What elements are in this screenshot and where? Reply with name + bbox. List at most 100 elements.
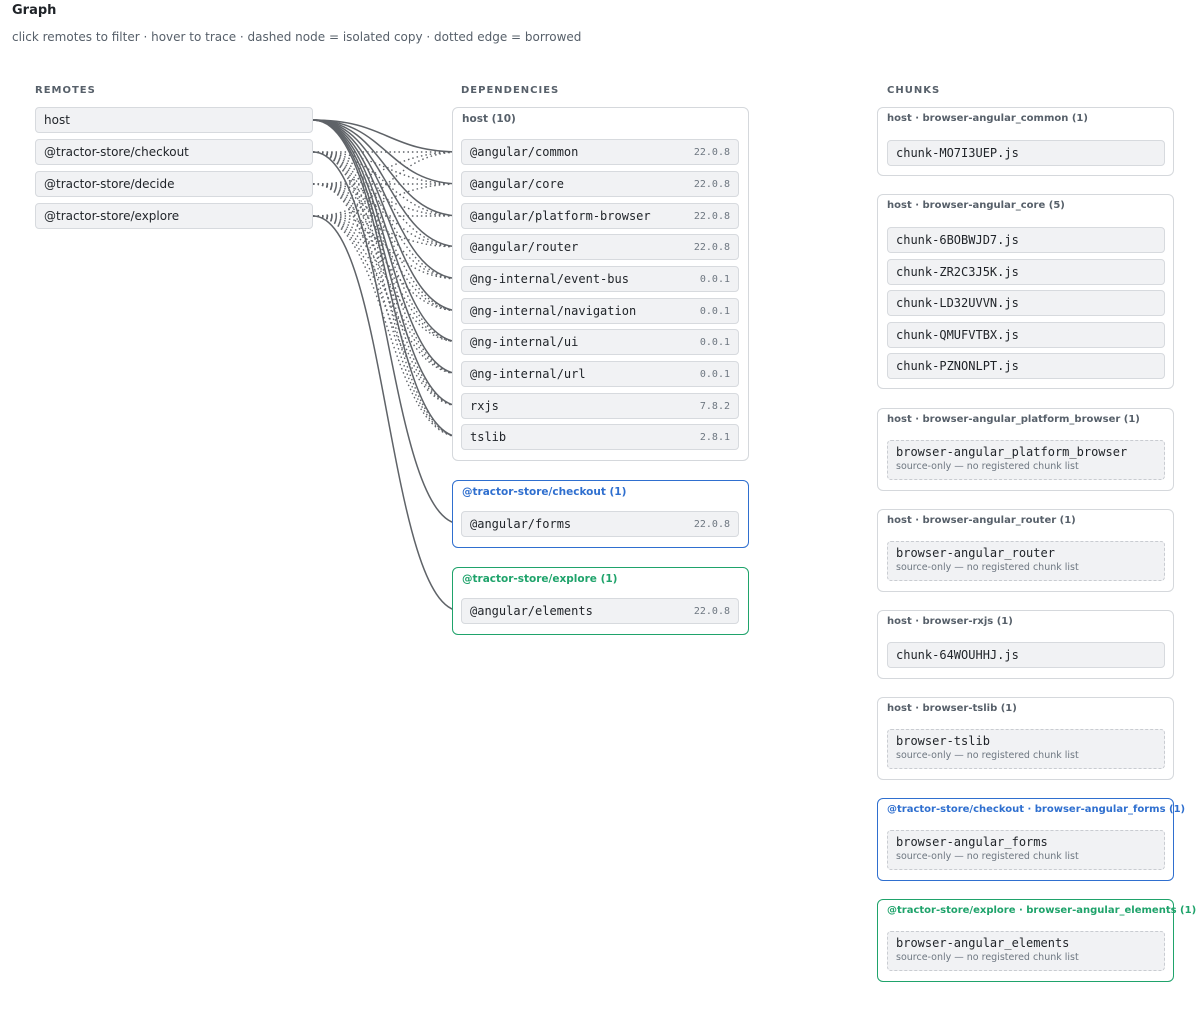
chunk-group-explore-elements: @tractor-store/explore · browser-angular… (877, 899, 1196, 982)
edge-host (312, 119, 462, 343)
dep-version: 22.0.8 (693, 179, 730, 190)
edge-host (312, 119, 462, 185)
dep-angular-elements[interactable]: @angular/elements 22.0.8 (461, 598, 739, 624)
chunk-group-angular-platform-browser: host · browser-angular_platform_browser … (877, 408, 1174, 491)
chunk-note: source-only — no registered chunk list (896, 851, 1079, 862)
remote-explore[interactable]: @tractor-store/explore (35, 203, 313, 229)
dep-name: @angular/forms (470, 517, 572, 531)
dep-version: 0.0.1 (699, 369, 730, 380)
edge-host (312, 119, 462, 280)
dep-version: 22.0.8 (693, 147, 730, 158)
chunk-name: browser-angular_platform_browser (896, 445, 1128, 459)
edge-borrowed (312, 215, 462, 343)
dep-version: 0.0.1 (699, 274, 730, 285)
dep-angular-router[interactable]: @angular/router 22.0.8 (461, 234, 739, 260)
chunk-group-rxjs: host · browser-rxjs (1) chunk-64WOUHHJ.j… (877, 610, 1174, 679)
dep-ng-internal-url[interactable]: @ng-internal/url 0.0.1 (461, 361, 739, 387)
chunk-group-angular-common: host · browser-angular_common (1) chunk-… (877, 107, 1174, 176)
edge-borrowed (312, 215, 462, 375)
chunk-item[interactable]: chunk-LD32UVVN.js (887, 290, 1165, 316)
edge-explore-elements (312, 215, 462, 612)
source-only-chunk[interactable]: browser-tslib source-only — no registere… (887, 729, 1165, 769)
edge-borrowed (312, 151, 462, 407)
remote-decide[interactable]: @tractor-store/decide (35, 171, 313, 197)
remotes-heading: REMOTES (35, 85, 96, 96)
dep-ng-internal-ui[interactable]: @ng-internal/ui 0.0.1 (461, 329, 739, 355)
chunk-group-label: host · browser-angular_core (5) (887, 200, 1065, 211)
dep-group-label: @tractor-store/explore (1) (462, 573, 618, 585)
edge-host (312, 119, 462, 407)
dep-rxjs[interactable]: rxjs 7.8.2 (461, 393, 739, 419)
edge-host (312, 119, 462, 375)
chunk-item[interactable]: chunk-PZNONLPT.js (887, 353, 1165, 379)
chunk-note: source-only — no registered chunk list (896, 562, 1079, 573)
dep-tslib[interactable]: tslib 2.8.1 (461, 424, 739, 450)
chunk-note: source-only — no registered chunk list (896, 750, 1079, 761)
dep-name: rxjs (470, 399, 499, 413)
dep-name: @angular/platform-browser (470, 209, 651, 223)
chunk-name: browser-angular_forms (896, 835, 1048, 849)
edge-borrowed (312, 151, 462, 438)
edge-host (312, 119, 462, 312)
chunk-group-angular-core: host · browser-angular_core (5) chunk-6B… (877, 194, 1174, 389)
chunk-item[interactable]: chunk-ZR2C3J5K.js (887, 259, 1165, 285)
edge-borrowed (312, 215, 462, 407)
dep-group-label: host (10) (462, 113, 516, 125)
edge-borrowed (312, 215, 462, 312)
chunk-note: source-only — no registered chunk list (896, 952, 1079, 963)
dep-name: @ng-internal/ui (470, 335, 579, 349)
chunk-group-tslib: host · browser-tslib (1) browser-tslib s… (877, 697, 1174, 780)
chunk-name: browser-angular_elements (896, 936, 1070, 950)
edge-borrowed (312, 183, 462, 407)
source-only-chunk[interactable]: browser-angular_forms source-only — no r… (887, 830, 1165, 870)
dep-version: 0.0.1 (699, 306, 730, 317)
edge-borrowed (312, 151, 462, 185)
chunk-group-label: @tractor-store/explore · browser-angular… (887, 905, 1197, 916)
dep-name: @ng-internal/navigation (470, 304, 637, 318)
edge-borrowed (312, 215, 462, 280)
edge-host (312, 119, 462, 153)
dep-angular-platform-browser[interactable]: @angular/platform-browser 22.0.8 (461, 203, 739, 229)
edge-borrowed (312, 151, 462, 280)
dep-ng-internal-event-bus[interactable]: @ng-internal/event-bus 0.0.1 (461, 266, 739, 292)
dep-name: @ng-internal/event-bus (470, 272, 629, 286)
chunk-group-label: host · browser-angular_platform_browser … (887, 414, 1140, 425)
dependencies-heading: DEPENDENCIES (461, 85, 560, 96)
dep-version: 22.0.8 (693, 519, 730, 530)
dep-angular-common[interactable]: @angular/common 22.0.8 (461, 139, 739, 165)
dep-version: 22.0.8 (693, 606, 730, 617)
chunk-item[interactable]: chunk-MO7I3UEP.js (887, 140, 1165, 166)
remote-checkout[interactable]: @tractor-store/checkout (35, 139, 313, 165)
edge-borrowed (312, 183, 462, 280)
dep-name: tslib (470, 430, 507, 444)
dep-ng-internal-navigation[interactable]: @ng-internal/navigation 0.0.1 (461, 298, 739, 324)
source-only-chunk[interactable]: browser-angular_elements source-only — n… (887, 931, 1165, 971)
edge-checkout-forms (312, 151, 462, 525)
dep-version: 7.8.2 (699, 401, 730, 412)
edge-borrowed (312, 151, 462, 375)
chunk-note: source-only — no registered chunk list (896, 461, 1079, 472)
dep-version: 22.0.8 (693, 242, 730, 253)
source-only-chunk[interactable]: browser-angular_platform_browser source-… (887, 440, 1165, 480)
chunk-group-label: host · browser-angular_router (1) (887, 515, 1076, 526)
edge-borrowed (312, 215, 462, 438)
remote-host[interactable]: host (35, 107, 313, 133)
edge-borrowed (312, 151, 462, 343)
edge-borrowed (312, 183, 462, 248)
dep-name: @angular/common (470, 145, 579, 159)
chunk-item[interactable]: chunk-6BOBWJD7.js (887, 227, 1165, 253)
chunk-item[interactable]: chunk-QMUFVTBX.js (887, 322, 1165, 348)
dep-version: 0.0.1 (699, 337, 730, 348)
dep-angular-core[interactable]: @angular/core 22.0.8 (461, 171, 739, 197)
source-only-chunk[interactable]: browser-angular_router source-only — no … (887, 541, 1165, 581)
edge-host (312, 119, 462, 217)
edge-borrowed (312, 183, 462, 375)
chunk-group-angular-router: host · browser-angular_router (1) browse… (877, 509, 1174, 592)
chunk-name: browser-tslib (896, 734, 990, 748)
edge-borrowed (312, 183, 462, 312)
chunk-item[interactable]: chunk-64WOUHHJ.js (887, 642, 1165, 668)
dep-name: @ng-internal/url (470, 367, 586, 381)
chunk-group-label: @tractor-store/checkout · browser-angula… (887, 804, 1186, 815)
dep-angular-forms[interactable]: @angular/forms 22.0.8 (461, 511, 739, 537)
chunk-group-label: host · browser-tslib (1) (887, 703, 1017, 714)
